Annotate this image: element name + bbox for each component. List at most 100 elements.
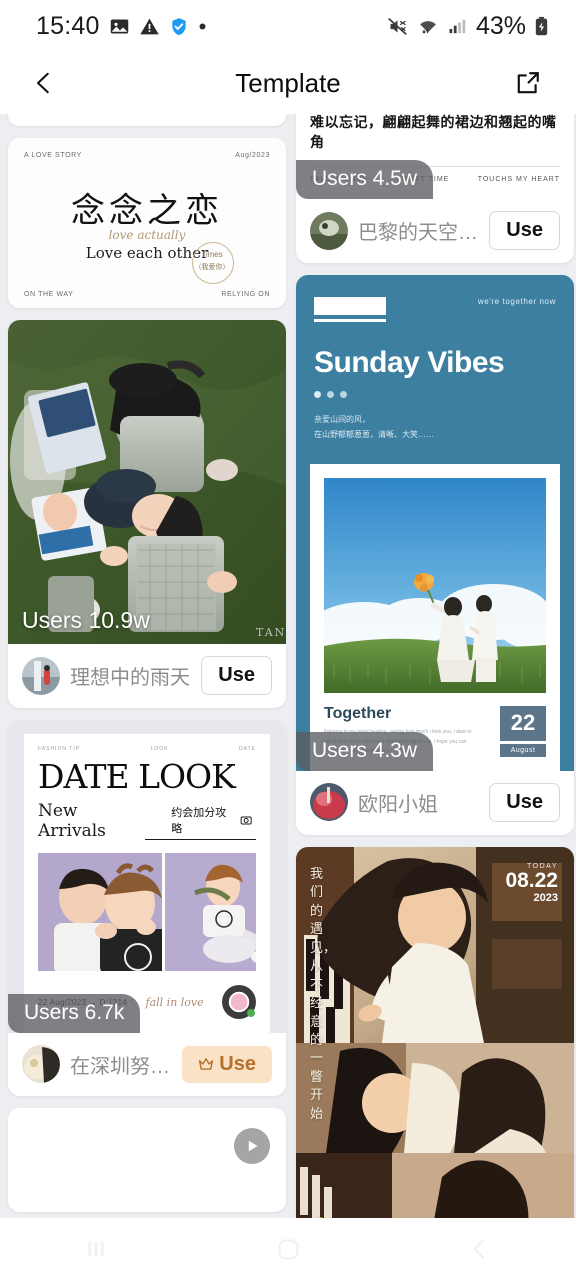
warning-icon <box>139 16 160 37</box>
sunday-vibes-sub-line2: 在山野郁郁葱葱，清晰、大笑…… <box>314 430 434 440</box>
users-count-badge: Users 4.5w <box>296 160 434 199</box>
users-count-badge: Users 4.3w <box>296 731 434 771</box>
dot-icon <box>198 22 207 31</box>
date-look-photo-grid <box>38 853 256 971</box>
template-author-name: 在深圳努力搞钱ing <box>70 1055 172 1078</box>
chevron-left-icon <box>37 72 49 94</box>
status-time: 15:40 <box>36 11 100 40</box>
use-button-label: Use <box>219 1052 256 1075</box>
love-story-date: Aug/2023 <box>235 152 270 159</box>
date-look-photo-right <box>164 853 256 971</box>
sunday-vibes-title: Sunday Vibes <box>314 346 505 379</box>
template-thumbnail[interactable]: A LOVE STORY Aug/2023 念念之恋 love actually… <box>8 138 286 308</box>
love-story-stamp-top: Times <box>201 250 223 259</box>
avatar-image <box>22 1045 60 1083</box>
sunday-vibes-date-month: August <box>500 743 546 757</box>
nav-back-button[interactable] <box>384 1236 576 1262</box>
template-card-warm-memory[interactable]: TODAY 08.22 2023 我们的遇见，从不经意的一瞥开始 <box>296 846 574 1218</box>
battery-percent: 43% <box>475 11 526 40</box>
warm-today-date: 08.22 <box>505 868 558 892</box>
signal-icon <box>447 16 467 37</box>
template-card-partial[interactable] <box>8 114 286 126</box>
use-button[interactable]: Use <box>489 211 560 250</box>
status-bar: 15:40 43% <box>0 0 576 52</box>
battery-charging-icon <box>533 16 550 37</box>
wifi-icon <box>416 16 440 37</box>
date-look-sub-cn: 约会加分攻略 <box>171 807 227 835</box>
template-thumbnail[interactable]: TODAY 08.22 2023 我们的遇见，从不经意的一瞥开始 <box>296 846 574 1218</box>
loading-placeholder <box>8 1108 286 1212</box>
photo-icon <box>109 16 130 37</box>
avatar[interactable] <box>22 1045 60 1083</box>
card-footer: 在深圳努力搞钱ing Use <box>8 1033 286 1096</box>
crown-icon <box>199 1058 214 1070</box>
sunday-vibes-logo <box>314 297 386 322</box>
page-header: Template <box>0 52 576 114</box>
avatar[interactable] <box>310 783 348 822</box>
use-button-premium[interactable]: Use <box>182 1045 272 1083</box>
card-footer: 理想中的雨天 Use <box>8 644 286 708</box>
date-look-sheet: FASHION TIP LOOK DATE DATE LOOK New Arri… <box>24 734 270 1033</box>
memory-headline-row: 难以忘记，翩翩起舞的裙边和翘起的嘴角 <box>310 114 560 152</box>
mute-icon <box>386 16 409 37</box>
template-author-name: 欧阳小姐 <box>358 793 438 816</box>
svg-text:TANE: TANE <box>256 626 286 639</box>
use-button[interactable]: Use <box>489 782 560 822</box>
warm-vertical-text: 我们的遇见，从不经意的一瞥开始 <box>310 865 337 1121</box>
love-story-cn-title: 念念之恋 <box>71 191 223 231</box>
template-card-sunday-vibes[interactable]: we're together now Sunday Vibes 亲爱山间的风， … <box>296 275 574 835</box>
sunday-vibes-photo <box>324 478 546 694</box>
phone-screen: 15:40 43% Template A LOVE STORY Aug/2023… <box>0 0 576 1280</box>
date-look-subtitle-row: New Arrivals 约会加分攻略 <box>38 801 256 841</box>
date-look-layout: FASHION TIP LOOK DATE DATE LOOK New Arri… <box>8 720 286 1033</box>
sunday-vibes-dots <box>314 391 556 398</box>
template-card-rainy-day[interactable]: TANE Users 10.9w 理想中的雨天 Use <box>8 320 286 708</box>
sunday-vibes-sheet: Together listening to my heart beating, … <box>310 464 560 771</box>
sunday-vibes-date-badge: 22 August <box>500 705 546 757</box>
share-button[interactable] <box>506 61 550 105</box>
home-icon <box>277 1238 299 1260</box>
android-nav-bar <box>0 1218 576 1280</box>
recents-icon <box>88 1241 104 1257</box>
warm-today-label: TODAY <box>527 862 558 870</box>
users-count-badge: Users 10.9w <box>22 607 150 633</box>
date-look-photo-left <box>38 853 162 971</box>
warm-strip-piano: TODAY 08.22 2023 <box>296 846 574 1043</box>
date-look-micro-right: DATE <box>239 746 256 752</box>
warm-strip-bottom: 永远爱 的 We Belong Together <box>296 1152 574 1218</box>
memory-tag-3: TOUCHS MY HEART <box>477 176 560 183</box>
avatar[interactable] <box>310 211 348 250</box>
template-feed[interactable]: A LOVE STORY Aug/2023 念念之恋 love actually… <box>0 114 576 1218</box>
sunday-vibes-topbar: we're together now <box>314 297 556 322</box>
avatar[interactable] <box>22 656 60 695</box>
date-look-hero-title: DATE LOOK <box>38 757 236 796</box>
card-footer: 巴黎的天空下煎蛋卷... Use <box>296 199 574 263</box>
nav-home-button[interactable] <box>192 1236 384 1263</box>
use-button[interactable]: Use <box>201 656 272 695</box>
couple-field-photo <box>324 478 546 694</box>
sunday-vibes-caption-title: Together <box>324 705 392 723</box>
couple-photo-warm <box>296 1042 574 1153</box>
feed-column-left: A LOVE STORY Aug/2023 念念之恋 love actually… <box>8 114 286 1218</box>
love-story-bottom-right: RELYING ON <box>221 291 270 298</box>
back-icon <box>474 1239 485 1259</box>
date-look-sub-en: New Arrivals <box>38 801 106 841</box>
back-button[interactable] <box>22 61 66 105</box>
template-thumbnail[interactable]: FASHION TIP LOOK DATE DATE LOOK New Arri… <box>8 720 286 1033</box>
template-card-memory[interactable]: 难以忘记，翩翩起舞的裙边和翘起的嘴角 FALL IN LOVE SWEET TI… <box>296 114 574 263</box>
date-look-micro-center: LOOK <box>150 746 169 752</box>
nav-recents-button[interactable] <box>0 1236 192 1262</box>
template-card-love-story[interactable]: A LOVE STORY Aug/2023 念念之恋 love actually… <box>8 138 286 308</box>
template-card-date-look[interactable]: FASHION TIP LOOK DATE DATE LOOK New Arri… <box>8 720 286 1096</box>
couple-photo <box>38 853 162 971</box>
template-thumbnail[interactable]: we're together now Sunday Vibes 亲爱山间的风， … <box>296 275 574 771</box>
play-button[interactable] <box>234 1128 270 1164</box>
love-story-kicker: A LOVE STORY <box>24 152 82 159</box>
template-thumbnail[interactable]: 难以忘记，翩翩起舞的裙边和翘起的嘴角 FALL IN LOVE SWEET TI… <box>296 114 574 199</box>
template-card-loading[interactable] <box>8 1108 286 1212</box>
love-story-top-row: A LOVE STORY Aug/2023 <box>24 152 270 159</box>
date-look-micro-left: FASHION TIP <box>38 746 81 752</box>
template-thumbnail[interactable]: TANE Users 10.9w <box>8 320 286 644</box>
card-footer: 欧阳小姐 Use <box>296 771 574 835</box>
feed-column-right: 难以忘记，翩翩起舞的裙边和翘起的嘴角 FALL IN LOVE SWEET TI… <box>296 114 574 1218</box>
